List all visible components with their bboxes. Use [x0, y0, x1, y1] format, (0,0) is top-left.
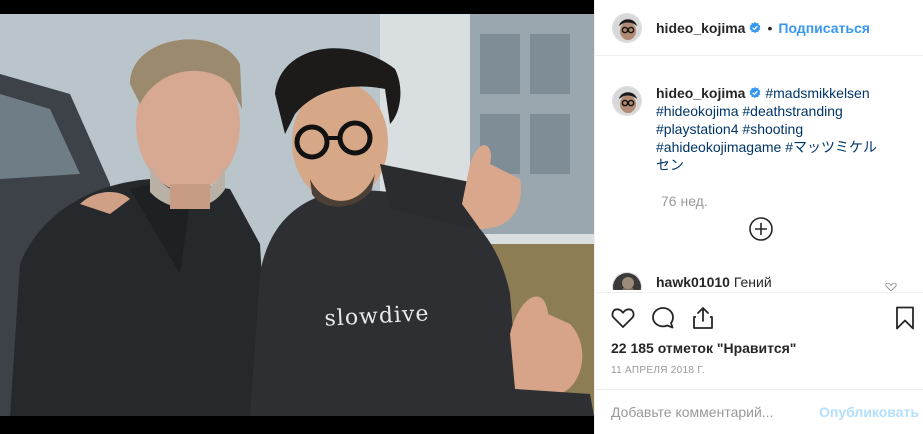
author-username[interactable]: hideo_kojima	[656, 20, 745, 36]
post-time-ago[interactable]: 76 нед.	[661, 193, 708, 209]
publish-button[interactable]: Опубликовать	[819, 404, 919, 420]
comment-content: hawk01010 Гений	[656, 272, 772, 290]
hashtag-link[interactable]: #hideokojima	[656, 103, 739, 119]
caption-text: hideo_kojima #madsmikkelsen #hideokojima…	[656, 84, 906, 174]
post-side-panel: hideo_kojima • Подписаться hideo_kojima …	[594, 0, 923, 434]
hashtag-link[interactable]: #madsmikkelsen	[765, 85, 869, 101]
hashtag-link[interactable]: #マッツミケル	[785, 139, 877, 155]
hashtag-link[interactable]: #deathstranding	[742, 103, 842, 119]
hashtag-link-continued[interactable]: セン	[656, 157, 684, 173]
comment-item: hawk01010 Гений	[612, 272, 912, 290]
comment-like-heart-icon[interactable]	[885, 283, 897, 291]
verified-badge-icon	[750, 87, 761, 99]
post-header: hideo_kojima • Подписаться	[595, 0, 923, 56]
post-action-bar	[595, 292, 923, 344]
hashtag-link[interactable]: #shooting	[742, 121, 803, 137]
comment-body: Гений	[733, 274, 772, 290]
post-photo-frame: slowdive	[0, 0, 594, 434]
post-photo[interactable]: slowdive	[0, 14, 594, 416]
likes-count[interactable]: 22 185 отметок "Нравится"	[611, 340, 796, 356]
caption-author-username[interactable]: hideo_kojima	[656, 85, 745, 101]
share-icon[interactable]	[690, 305, 716, 331]
plus-circle-icon[interactable]	[748, 216, 774, 242]
hashtag-link[interactable]: #playstation4	[656, 121, 739, 137]
follow-button[interactable]: Подписаться	[778, 20, 870, 36]
commenter-avatar[interactable]	[612, 272, 642, 290]
post-caption: hideo_kojima #madsmikkelsen #hideokojima…	[612, 84, 912, 174]
header-separator: •	[767, 19, 773, 36]
avatar-image	[613, 13, 641, 42]
photo-illustration	[0, 14, 594, 416]
post-date[interactable]: 11 АПРЕЛЯ 2018 Г.	[611, 365, 705, 376]
commenter-username[interactable]: hawk01010	[656, 274, 730, 290]
comment-icon[interactable]	[650, 305, 676, 331]
bookmark-icon[interactable]	[892, 305, 918, 331]
add-comment-bar: Опубликовать	[595, 389, 923, 434]
hashtag-link[interactable]: #ahideokojimagame	[656, 139, 781, 155]
caption-author-avatar[interactable]	[612, 86, 642, 116]
heart-icon[interactable]	[610, 305, 636, 331]
comment-input[interactable]	[611, 402, 811, 422]
avatar-image	[613, 273, 641, 290]
avatar-image	[613, 87, 641, 115]
author-avatar[interactable]	[612, 12, 642, 43]
verified-badge-icon	[750, 21, 761, 33]
